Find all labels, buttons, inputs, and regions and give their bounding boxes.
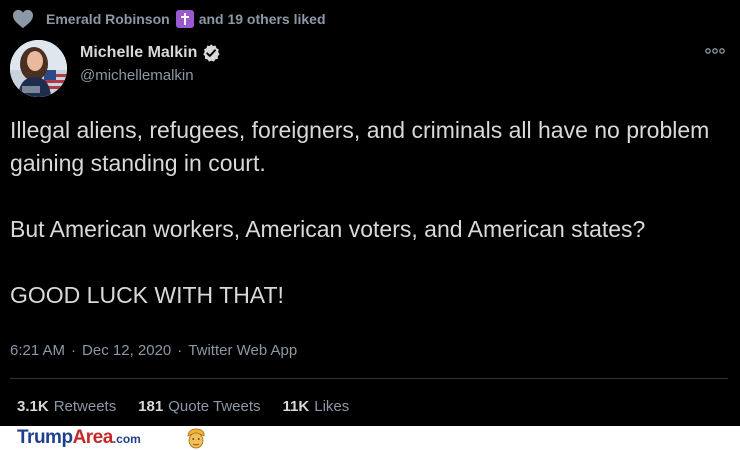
quote-tweets-label: Quote Tweets	[168, 398, 261, 415]
tweet-text: Illegal aliens, refugees, foreigners, an…	[10, 114, 725, 312]
tweet-paragraph: But American workers, American voters, a…	[10, 216, 646, 242]
avatar[interactable]	[10, 40, 67, 97]
tweet-source[interactable]: Twitter Web App	[188, 342, 297, 359]
author-block: Michelle Malkin @michellemalkin	[80, 42, 221, 84]
liker-name[interactable]: Emerald Robinson	[46, 11, 170, 27]
retweets-count: 3.1K	[17, 398, 49, 415]
tweet-paragraph: Illegal aliens, refugees, foreigners, an…	[10, 117, 710, 176]
tweet-paragraph: GOOD LUCK WITH THAT!	[10, 282, 284, 308]
social-context[interactable]: Emerald Robinson and 19 others liked	[10, 8, 326, 30]
engagement-stats: 3.1K Retweets 181 Quote Tweets 11K Likes	[17, 398, 371, 415]
retweets-stat[interactable]: 3.1K Retweets	[17, 398, 116, 415]
watermark-logo: TrumpArea.com	[17, 427, 141, 448]
tweet-card: Emerald Robinson and 19 others liked Mic…	[0, 0, 740, 426]
trump-face-icon	[187, 428, 205, 449]
more-options-icon[interactable]	[704, 44, 726, 58]
verified-badge-icon	[203, 44, 220, 62]
likes-count: 11K	[282, 398, 310, 415]
heart-icon	[13, 9, 33, 29]
watermark-bar: TrumpArea.com	[0, 426, 740, 450]
latin-cross-icon	[175, 10, 194, 28]
tweet-time[interactable]: 6:21 AM	[10, 342, 65, 359]
separator: ·	[177, 341, 183, 359]
liked-suffix: and 19 others liked	[198, 11, 326, 27]
likes-stat[interactable]: 11K Likes	[283, 398, 350, 415]
likes-label: Likes	[314, 398, 350, 415]
quote-tweets-count: 181	[138, 398, 164, 415]
retweets-label: Retweets	[53, 398, 117, 415]
divider	[10, 378, 728, 379]
author-name[interactable]: Michelle Malkin	[80, 44, 197, 62]
tweet-date[interactable]: Dec 12, 2020	[82, 342, 171, 359]
tweet-metadata: 6:21 AM · Dec 12, 2020 · Twitter Web App	[10, 340, 297, 360]
separator: ·	[71, 341, 77, 359]
author-handle[interactable]: @michellemalkin	[80, 67, 221, 84]
quote-tweets-stat[interactable]: 181 Quote Tweets	[138, 398, 260, 415]
